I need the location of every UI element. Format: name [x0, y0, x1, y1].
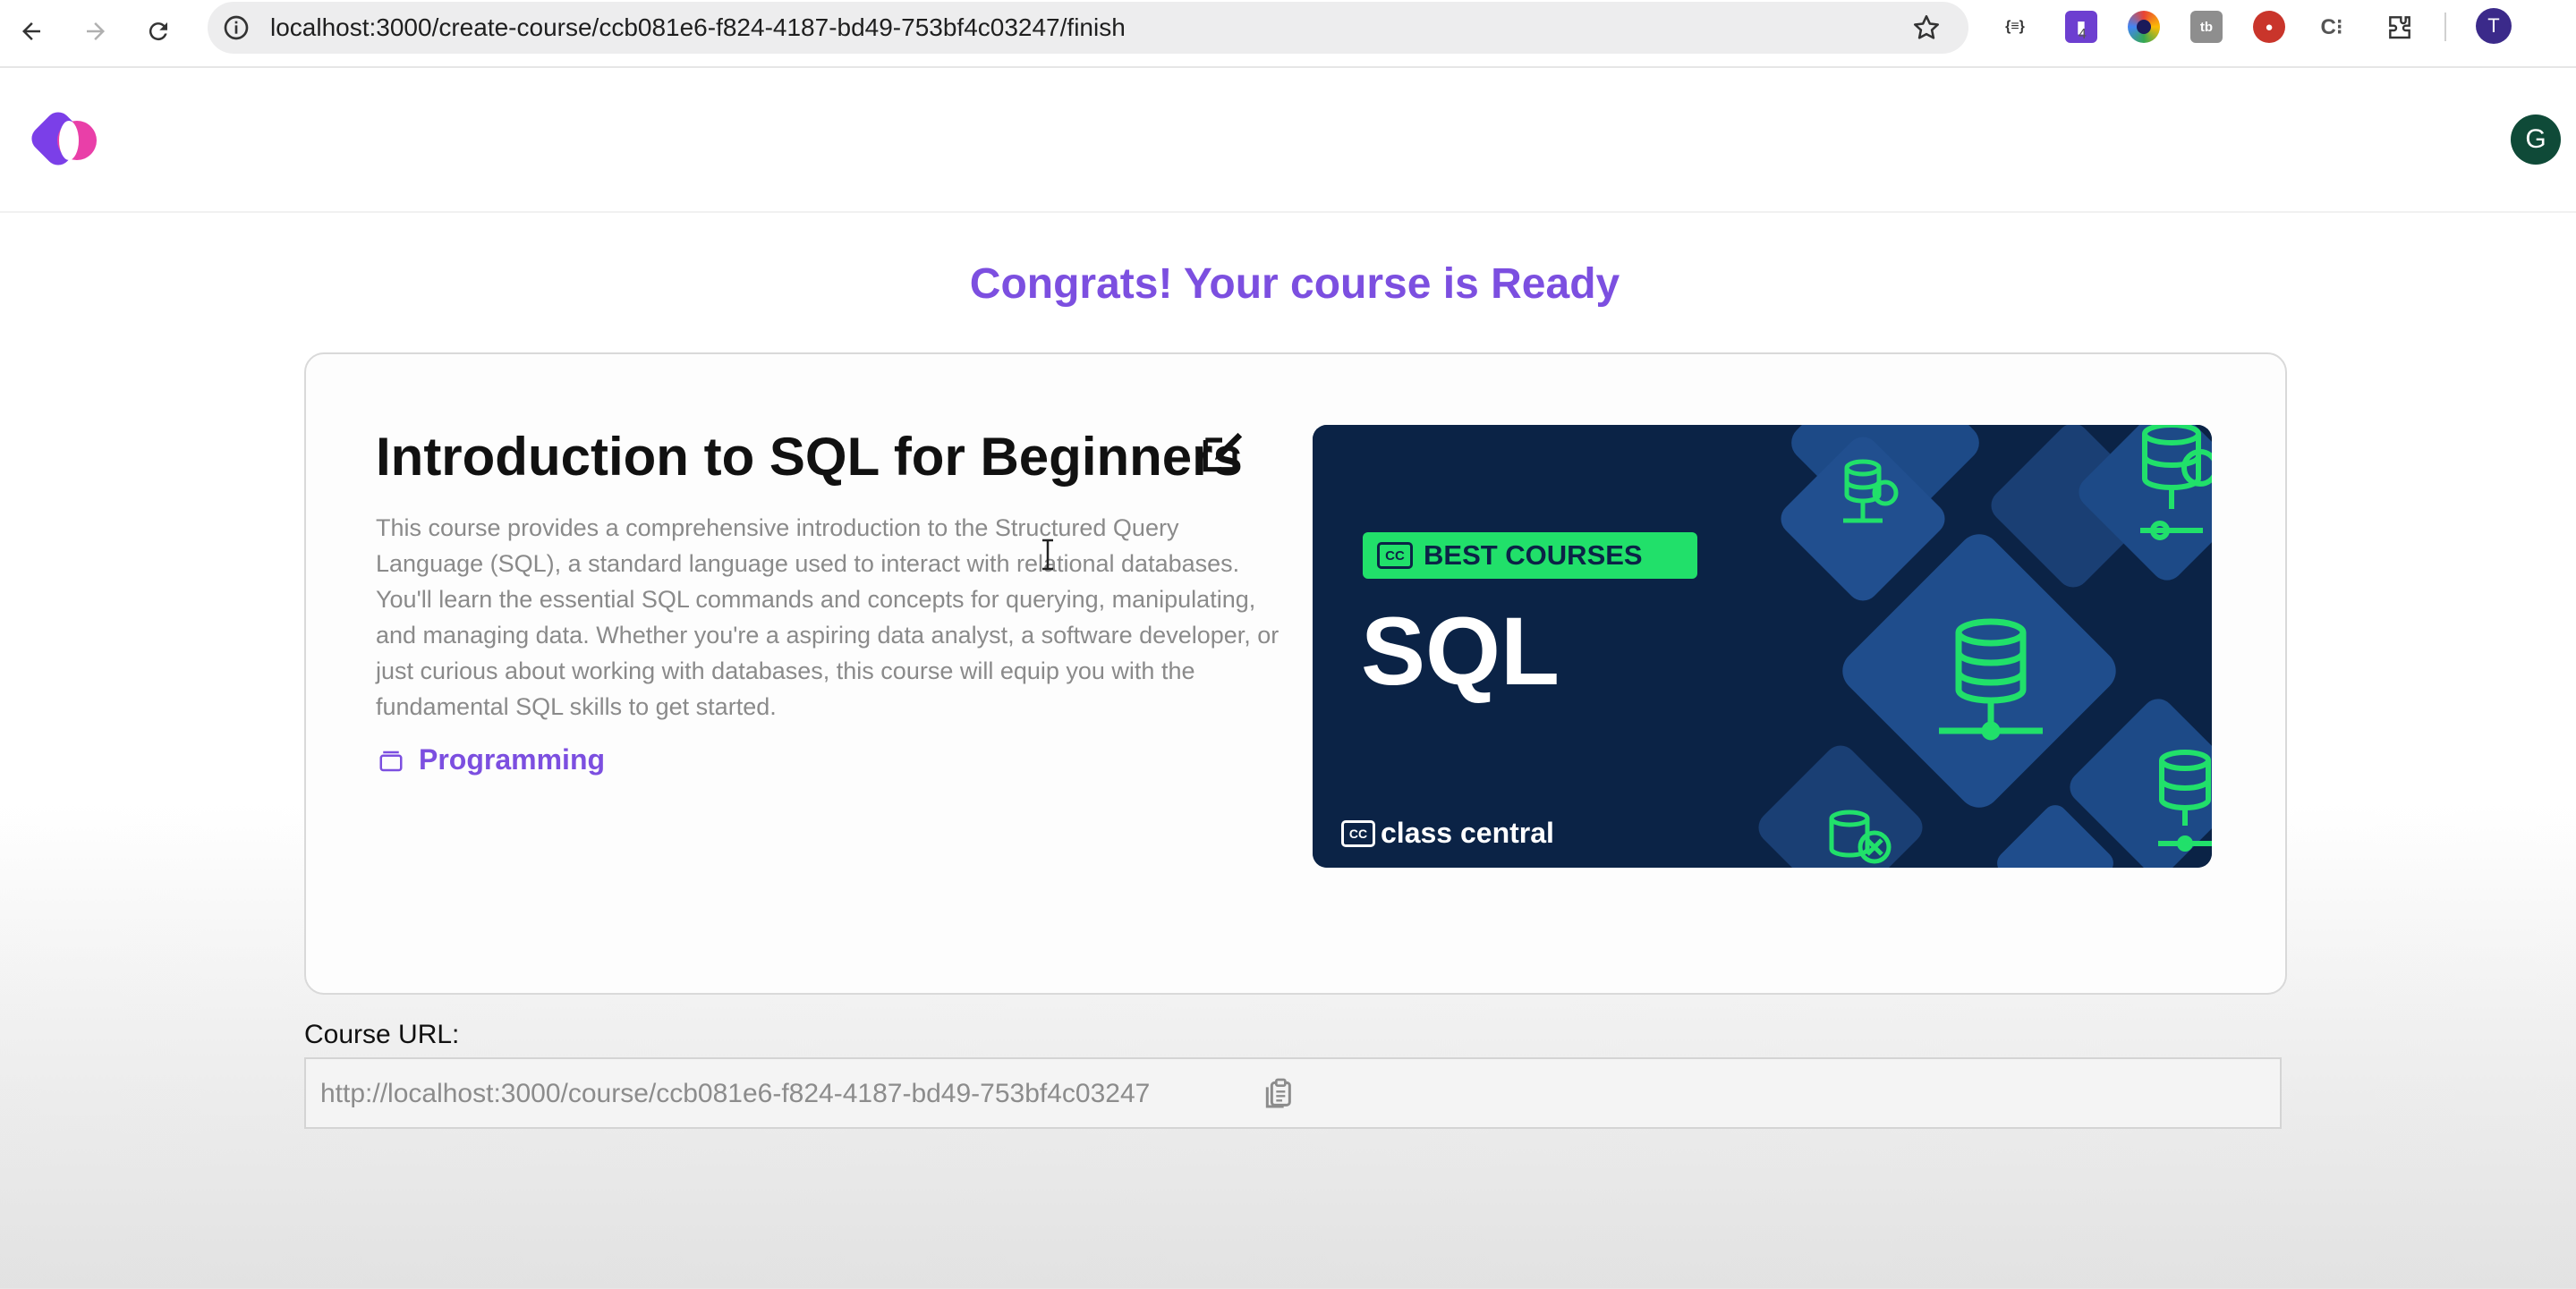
address-bar[interactable]: localhost:3000/create-course/ccb081e6-f8…: [208, 2, 1968, 54]
extension-tb-icon[interactable]: tb: [2190, 11, 2223, 43]
cc-logo-icon: CC: [1341, 819, 1375, 847]
reload-icon: [149, 22, 167, 41]
badge-label: BEST COURSES: [1424, 539, 1643, 571]
course-banner-image: CC BEST COURSES SQL CC class central: [1313, 425, 2212, 868]
user-avatar[interactable]: G: [2511, 114, 2561, 165]
course-url-label: Course URL:: [304, 1020, 460, 1049]
toolbar-separator: [2444, 13, 2446, 41]
page-title: Congrats! Your course is Ready: [969, 260, 1620, 308]
browser-profile-avatar[interactable]: T: [2476, 8, 2512, 44]
extension-braces-icon[interactable]: {≡}: [1999, 11, 2031, 43]
arrow-left-icon: [22, 22, 40, 40]
course-url-field[interactable]: http://localhost:3000/course/ccb081e6-f8…: [304, 1057, 2282, 1129]
class-central-logo: CC class central: [1341, 817, 1554, 850]
course-title: Introduction to SQL for Beginners: [376, 427, 1243, 487]
text-cursor-icon: [1042, 538, 1053, 571]
badge-cc-icon: CC: [1377, 542, 1413, 569]
copy-icon[interactable]: [1260, 1075, 1296, 1111]
class-central-label: class central: [1381, 817, 1554, 849]
address-url[interactable]: localhost:3000/create-course/ccb081e6-f8…: [270, 13, 1126, 42]
app-logo-icon[interactable]: [25, 107, 106, 175]
reload-button[interactable]: [136, 9, 181, 54]
app-header: G: [0, 68, 2576, 213]
course-category: Programming: [419, 743, 606, 776]
browser-toolbar: localhost:3000/create-course/ccb081e6-f8…: [0, 0, 2576, 68]
edit-icon[interactable]: [1197, 428, 1247, 478]
extension-color-icon[interactable]: [2128, 11, 2160, 43]
course-description: This course provides a comprehensive int…: [376, 514, 1279, 720]
forward-button[interactable]: [73, 9, 118, 54]
back-button[interactable]: [9, 9, 54, 54]
extension-badge: 4: [2079, 27, 2087, 42]
bookmark-star-icon[interactable]: [1911, 13, 1942, 43]
best-courses-badge: CC BEST COURSES: [1363, 532, 1697, 579]
extension-red-icon[interactable]: ●: [2253, 11, 2285, 43]
course-url-value[interactable]: http://localhost:3000/course/ccb081e6-f8…: [320, 1079, 1150, 1109]
info-icon[interactable]: [222, 13, 251, 42]
arrow-right-icon: [87, 22, 105, 40]
extension-c-icon[interactable]: C⁝: [2316, 11, 2348, 43]
banner-title: SQL: [1361, 597, 1560, 705]
extensions-puzzle-icon[interactable]: [2384, 11, 2416, 43]
category-icon: [379, 751, 403, 772]
